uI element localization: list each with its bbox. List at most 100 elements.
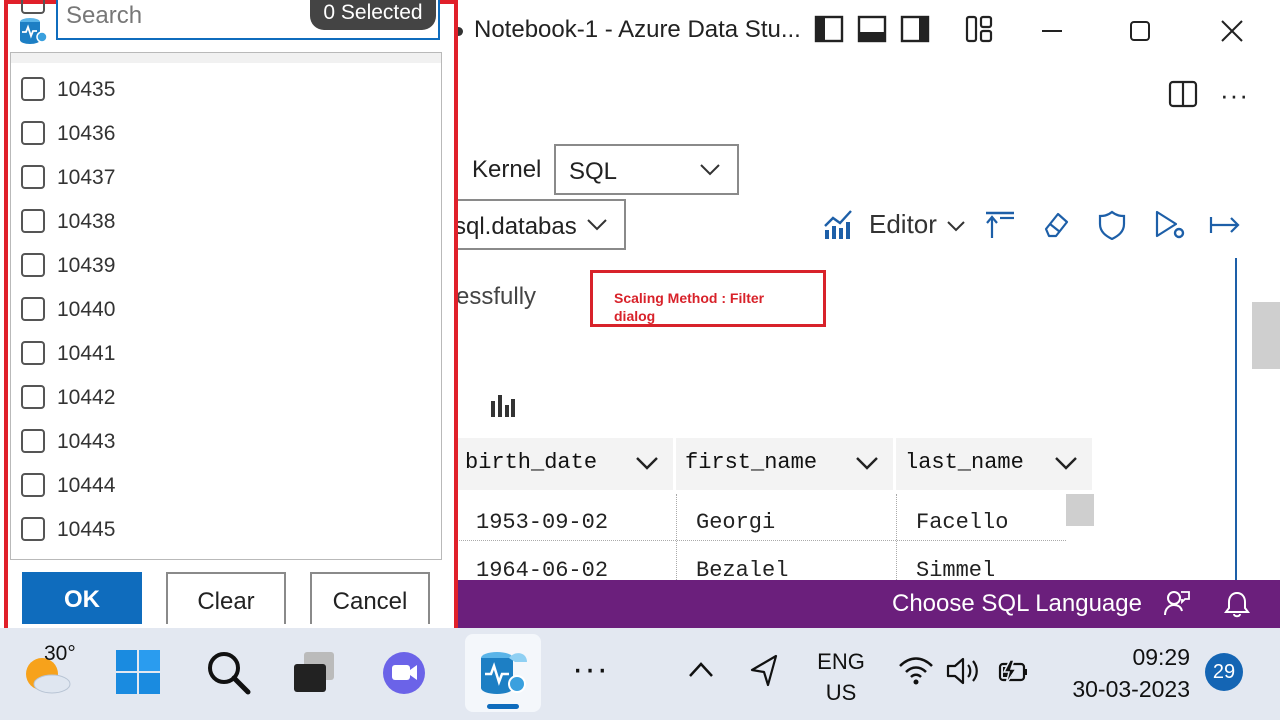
filter-list-item[interactable]: 10437 xyxy=(11,165,441,209)
azure-data-studio-taskbar-icon[interactable] xyxy=(475,644,531,705)
filter-item-checkbox[interactable] xyxy=(21,253,45,277)
kernel-select[interactable]: SQL xyxy=(554,144,739,195)
weather-widget[interactable]: 30° xyxy=(18,640,88,700)
start-button[interactable] xyxy=(114,648,162,701)
location-arrow-icon[interactable] xyxy=(748,654,780,693)
column-header-label: first_name xyxy=(685,450,818,475)
filter-item-checkbox[interactable] xyxy=(21,517,45,541)
battery-charging-icon[interactable] xyxy=(996,658,1030,691)
clock-time: 09:29 xyxy=(1132,644,1190,670)
notifications-bell-icon[interactable] xyxy=(1224,590,1250,623)
filter-item-checkbox[interactable] xyxy=(21,121,45,145)
column-header-last-name[interactable]: last_name xyxy=(896,438,1094,490)
chart-icon[interactable] xyxy=(490,393,516,424)
column-header-birth-date[interactable]: birth_date xyxy=(456,438,675,490)
filter-list-item[interactable]: 10440 xyxy=(11,297,441,341)
filter-list-item[interactable]: 10439 xyxy=(11,253,441,297)
filter-item-checkbox[interactable] xyxy=(21,209,45,233)
table-cell[interactable]: Georgi xyxy=(696,510,775,535)
ok-button[interactable]: OK xyxy=(22,572,142,624)
filter-list-item[interactable]: 10443 xyxy=(11,429,441,473)
filter-item-label: 10435 xyxy=(57,78,116,101)
keyboard-region: US xyxy=(825,680,857,705)
chevron-down-icon xyxy=(700,164,720,176)
task-view-icon[interactable] xyxy=(292,650,338,701)
split-editor-icon[interactable] xyxy=(1168,79,1198,114)
chevron-down-icon xyxy=(947,221,965,232)
kernel-select-value: SQL xyxy=(569,158,618,185)
table-cell[interactable]: Facello xyxy=(916,510,1008,535)
customize-layout-icon[interactable] xyxy=(964,14,996,46)
filter-item-checkbox[interactable] xyxy=(21,429,45,453)
more-apps-icon[interactable]: ··· xyxy=(572,650,609,689)
execution-status-text: essfully xyxy=(456,283,537,310)
filter-item-checkbox[interactable] xyxy=(21,385,45,409)
window-title: Notebook-1 - Azure Data Stu... xyxy=(474,16,801,43)
filter-item-checkbox[interactable] xyxy=(21,77,45,101)
search-icon[interactable] xyxy=(204,648,252,701)
filter-item-checkbox[interactable] xyxy=(21,473,45,497)
cancel-button[interactable]: Cancel xyxy=(310,572,430,624)
wifi-icon[interactable] xyxy=(898,656,934,691)
filter-item-checkbox[interactable] xyxy=(21,297,45,321)
run-all-arrow-icon[interactable] xyxy=(1209,212,1241,243)
cell-focus-border xyxy=(1235,258,1237,580)
notification-count-badge[interactable]: 29 xyxy=(1205,653,1243,691)
filter-list-item[interactable]: 10442 xyxy=(11,385,441,429)
filter-item-label: 10439 xyxy=(57,254,116,277)
column-header-first-name[interactable]: first_name xyxy=(676,438,895,490)
column-header-label: last_name xyxy=(905,450,1024,475)
filter-list-item[interactable]: 10441 xyxy=(11,341,441,385)
chevron-down-icon[interactable] xyxy=(635,455,659,471)
input-language-indicator[interactable]: ENG US xyxy=(816,646,866,708)
filter-item-label: 10444 xyxy=(57,474,116,497)
maximize-button[interactable] xyxy=(1118,12,1162,50)
table-cell[interactable]: 1953-09-02 xyxy=(476,510,608,535)
grid-scroll-thumb[interactable] xyxy=(1066,494,1094,526)
grid-row-divider xyxy=(456,540,1066,541)
run-with-parameters-icon[interactable] xyxy=(1154,210,1186,245)
more-actions-icon[interactable]: ··· xyxy=(1220,80,1249,111)
filter-item-checkbox[interactable] xyxy=(21,341,45,365)
filter-item-label: 10445 xyxy=(57,518,116,541)
filter-value-list[interactable]: 10435 10436 10437 10438 10439 10440 10441 10442… xyxy=(10,52,442,560)
filter-item-label: 10437 xyxy=(57,166,116,189)
language-code: ENG xyxy=(817,649,865,674)
editor-dropdown[interactable]: Editor xyxy=(869,209,966,240)
running-app-indicator xyxy=(487,704,519,709)
filter-item-label: 10436 xyxy=(57,122,116,145)
clock[interactable]: 09:29 30-03-2023 xyxy=(1060,641,1190,705)
vertical-scrollbar-thumb[interactable] xyxy=(1252,302,1280,369)
filter-item-label: 10440 xyxy=(57,298,116,321)
filter-item-label: 10442 xyxy=(57,386,116,409)
weather-temperature: 30° xyxy=(44,642,76,665)
toggle-secondary-sidebar-icon[interactable] xyxy=(900,14,932,46)
trusted-shield-icon[interactable] xyxy=(1097,210,1127,245)
grid-col-divider xyxy=(676,494,677,580)
attach-to-select[interactable]: sql.databas xyxy=(440,199,626,250)
close-window-button[interactable] xyxy=(1210,12,1254,50)
minimize-button[interactable] xyxy=(1030,12,1074,50)
attach-to-value: sql.databas xyxy=(454,213,577,240)
filter-list-item[interactable]: 10445 xyxy=(11,517,441,559)
filter-list-item[interactable]: 10444 xyxy=(11,473,441,517)
volume-icon[interactable] xyxy=(946,656,982,691)
filter-item-checkbox[interactable] xyxy=(21,165,45,189)
chevron-down-icon[interactable] xyxy=(855,455,879,471)
clear-button[interactable]: Clear xyxy=(166,572,286,624)
selected-count-badge: 0 Selected xyxy=(310,0,436,30)
filter-list-item[interactable]: 10435 xyxy=(11,77,441,121)
toggle-primary-sidebar-icon[interactable] xyxy=(814,14,846,46)
chevron-down-icon[interactable] xyxy=(1054,455,1078,471)
collapse-cells-icon[interactable] xyxy=(984,210,1016,245)
toggle-panel-icon[interactable] xyxy=(857,14,889,46)
azure-data-studio-icon xyxy=(16,10,52,51)
feedback-icon[interactable] xyxy=(1163,589,1191,622)
filter-list-item[interactable]: 10438 xyxy=(11,209,441,253)
choose-language-button[interactable]: Choose SQL Language xyxy=(892,590,1142,618)
chart-view-icon[interactable] xyxy=(822,208,854,245)
teams-chat-icon[interactable] xyxy=(380,650,428,701)
filter-list-item[interactable]: 10436 xyxy=(11,121,441,165)
clear-results-icon[interactable] xyxy=(1040,210,1070,245)
show-hidden-icons-chevron-icon[interactable] xyxy=(688,660,714,685)
